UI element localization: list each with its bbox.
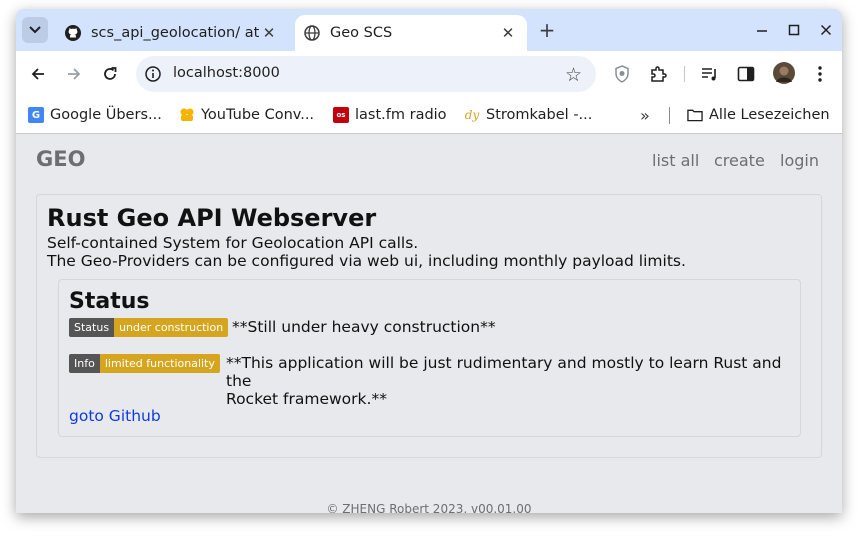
- minimize-icon[interactable]: [751, 19, 773, 41]
- media-controls-icon[interactable]: [700, 64, 720, 84]
- badge-label: Status: [69, 318, 115, 337]
- back-arrow-icon[interactable]: [27, 63, 49, 85]
- dy-icon: dy: [464, 108, 480, 122]
- bookmark-lastfm[interactable]: os last.fm radio: [333, 105, 447, 125]
- maximize-icon[interactable]: [783, 19, 805, 41]
- info-badge: Info limited functionality: [69, 354, 220, 373]
- bookmark-label: last.fm radio: [355, 107, 447, 123]
- bookmarks-divider: [669, 107, 670, 124]
- all-bookmarks-button[interactable]: Alle Lesezeichen: [687, 105, 830, 125]
- badge-label: Info: [69, 354, 100, 373]
- bookmark-label: YouTube Conv...: [201, 107, 315, 123]
- bookmark-youtube-converter[interactable]: YouTube Conv...: [179, 105, 314, 125]
- status-badge: Status under construction: [69, 318, 229, 337]
- folder-icon: [687, 107, 703, 123]
- info-note-line-2: Rocket framework.**: [226, 390, 387, 408]
- bookmark-stromkabel[interactable]: dy Stromkabel -...: [464, 105, 593, 125]
- site-info-icon[interactable]: [144, 65, 162, 83]
- close-window-icon[interactable]: [815, 19, 837, 41]
- google-translate-icon: G: [28, 107, 44, 123]
- nav-create[interactable]: create: [714, 151, 765, 170]
- status-note: **Still under heavy construction**: [232, 318, 496, 336]
- all-bookmarks-label: Alle Lesezeichen: [709, 107, 830, 123]
- shield-extension-icon[interactable]: [612, 64, 632, 84]
- side-panel-icon[interactable]: [736, 64, 756, 84]
- browser-window: scs_api_geolocation/ at ✕ Geo SCS ✕ + lo…: [16, 9, 842, 513]
- page-title: Rust Geo API Webserver: [47, 204, 377, 232]
- bookmark-label: Stromkabel -...: [486, 107, 593, 123]
- tab-close-icon[interactable]: ✕: [499, 24, 517, 42]
- menu-dots-icon[interactable]: [810, 64, 830, 84]
- tab-geo-scs[interactable]: Geo SCS ✕: [295, 15, 527, 51]
- more-bookmarks-chevron-icon[interactable]: »: [640, 105, 650, 125]
- tab-title: scs_api_geolocation/ at: [91, 25, 260, 41]
- tab-strip: scs_api_geolocation/ at ✕ Geo SCS ✕ +: [16, 9, 842, 51]
- forward-arrow-icon[interactable]: [63, 63, 85, 85]
- chevron-down-icon: [29, 26, 41, 34]
- globe-icon: [304, 25, 320, 41]
- lastfm-icon: os: [333, 107, 349, 123]
- badge-message: under construction: [114, 318, 229, 337]
- nav-login[interactable]: login: [780, 151, 819, 170]
- url-text: localhost:8000: [173, 65, 280, 81]
- new-tab-button[interactable]: +: [536, 19, 558, 41]
- intro-card: Rust Geo API Webserver Self-contained Sy…: [36, 194, 822, 458]
- status-card: Status Status under construction **Still…: [58, 279, 801, 437]
- address-bar[interactable]: localhost:8000 ☆: [136, 56, 596, 92]
- tab-title: Geo SCS: [330, 25, 393, 41]
- footer-text: © ZHENG Robert 2023, v00.01.00: [326, 502, 532, 513]
- bookmark-google-translate[interactable]: G Google Übers...: [28, 105, 162, 125]
- bookmark-label: Google Übers...: [50, 107, 162, 123]
- page-content: GEO list all create login Rust Geo API W…: [16, 134, 842, 513]
- bookmark-star-icon[interactable]: ☆: [565, 64, 582, 86]
- tab-search-button[interactable]: [22, 17, 48, 43]
- badge-message: limited functionality: [99, 354, 220, 373]
- site-brand[interactable]: GEO: [36, 147, 85, 171]
- lead-text-1: Self-contained System for Geolocation AP…: [47, 234, 419, 252]
- bookmarks-bar: G Google Übers... YouTube Conv... os las…: [16, 97, 842, 134]
- status-heading: Status: [69, 289, 150, 314]
- nav-list-all[interactable]: list all: [652, 151, 699, 170]
- toolbar-divider: [684, 66, 685, 82]
- github-link[interactable]: goto Github: [69, 407, 161, 425]
- reload-icon[interactable]: [99, 63, 121, 85]
- github-icon: [65, 25, 81, 41]
- info-note: **This application will be just rudiment…: [226, 354, 800, 408]
- profile-avatar[interactable]: [773, 62, 795, 84]
- tab-close-icon[interactable]: ✕: [260, 24, 278, 42]
- lead-text-2: The Geo-Providers can be configured via …: [47, 252, 686, 270]
- browser-toolbar: localhost:8000 ☆: [16, 51, 842, 97]
- extensions-puzzle-icon[interactable]: [648, 64, 668, 84]
- info-note-line-1: **This application will be just rudiment…: [226, 354, 782, 390]
- youtube-converter-icon: [179, 107, 195, 123]
- tab-github[interactable]: scs_api_geolocation/ at ✕: [56, 15, 288, 51]
